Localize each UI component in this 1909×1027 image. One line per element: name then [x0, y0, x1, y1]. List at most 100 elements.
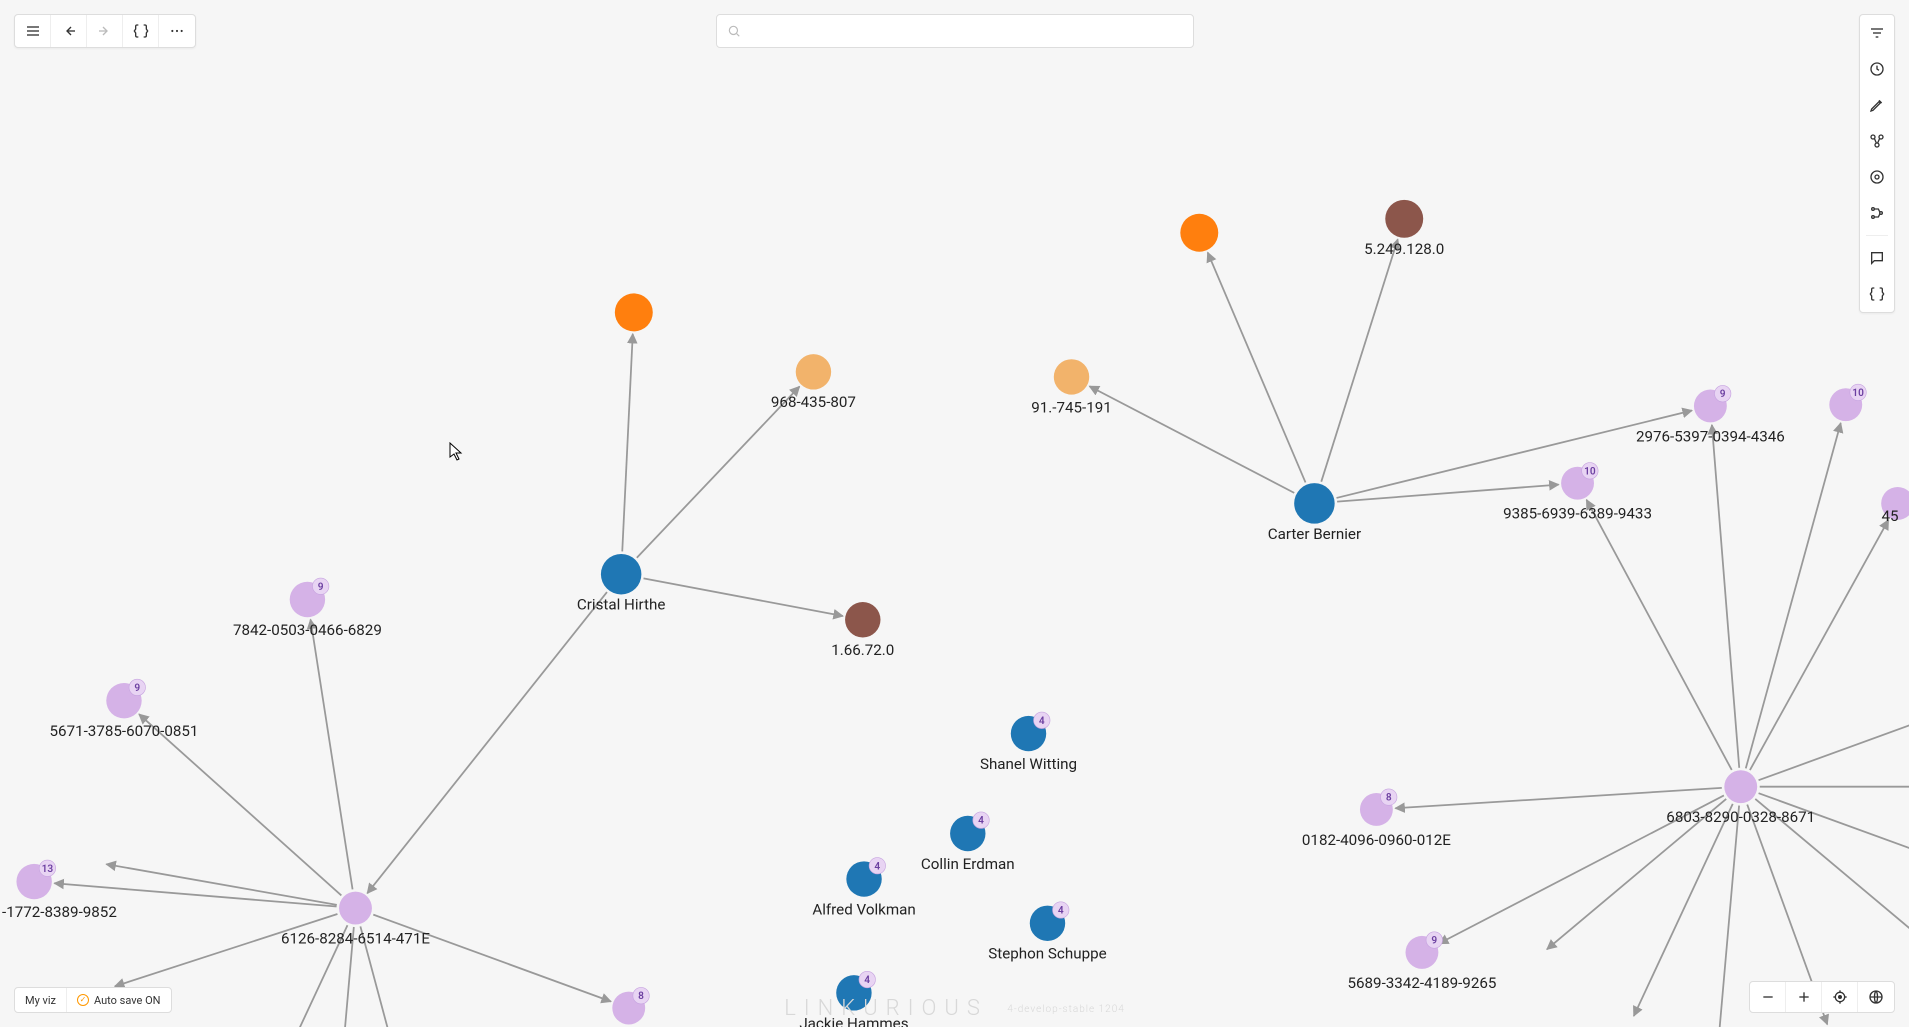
pencil-icon	[1869, 97, 1885, 113]
autosave-indicator[interactable]: Auto save ON	[66, 988, 171, 1012]
node-label: 7842-0503-0466-6829	[233, 621, 382, 639]
graph-node[interactable]: Cristal Hirthe	[577, 554, 666, 614]
graph-edge[interactable]	[106, 864, 336, 905]
graph-node[interactable]: 80182-4096-0960-012E	[1302, 789, 1451, 849]
graph-node[interactable]: 13-1772-8389-9852	[2, 860, 117, 921]
zoom-out-button[interactable]	[1750, 982, 1786, 1012]
globe-button[interactable]	[1858, 982, 1894, 1012]
brackets-right-button[interactable]	[1860, 276, 1894, 312]
graph-edge[interactable]	[1321, 239, 1397, 481]
zoom-in-button[interactable]	[1786, 982, 1822, 1012]
graph-edge[interactable]	[637, 387, 800, 558]
node-badge-text: 4	[864, 975, 870, 986]
graph-edge[interactable]	[1719, 806, 1739, 1027]
node-badge-text: 4	[874, 861, 880, 872]
arrow-right-icon	[97, 23, 113, 39]
forward-button[interactable]	[87, 15, 123, 47]
node-label: 5689-3342-4189-9265	[1348, 974, 1497, 992]
graph-edge[interactable]	[115, 914, 338, 986]
graph-node[interactable]: 91.-745-191	[1031, 359, 1112, 416]
node-label: 968-435-807	[771, 393, 856, 411]
right-toolbar	[1859, 14, 1895, 313]
graph-node[interactable]: 4Stephon Schuppe	[988, 902, 1106, 963]
graph-edge[interactable]	[1089, 386, 1294, 493]
graph-node[interactable]: 95671-3785-6070-0851	[50, 679, 199, 740]
node-label: Collin Erdman	[921, 855, 1015, 873]
graph-edge[interactable]	[1746, 423, 1841, 768]
code-brackets-button[interactable]	[123, 15, 159, 47]
graph-node[interactable]: 1.66.72.0	[831, 602, 894, 659]
search-icon	[727, 24, 741, 38]
graph-edge[interactable]	[622, 334, 633, 552]
node-label: 6803-8290-0328-8671	[1666, 808, 1815, 826]
graph-node[interactable]: 5.249.128.0	[1364, 200, 1444, 258]
graph-node[interactable]: 4Shanel Witting	[980, 712, 1077, 773]
back-button[interactable]	[51, 15, 87, 47]
node-label: -1772-8389-9852	[2, 903, 117, 921]
filter-button[interactable]	[1860, 15, 1894, 51]
graph-edge[interactable]	[1208, 253, 1306, 483]
node-label: 5.249.128.0	[1364, 240, 1444, 258]
cluster-button[interactable]	[1860, 123, 1894, 159]
graph-node[interactable]	[1180, 214, 1218, 252]
bottom-left-status: My viz Auto save ON	[14, 987, 172, 1013]
node-label: Jackie Hammes	[799, 1014, 908, 1027]
search-input[interactable]	[741, 24, 1183, 39]
graph-edge[interactable]	[373, 915, 611, 1002]
graph-node[interactable]: 8	[612, 987, 649, 1024]
viz-name-label[interactable]: My viz	[15, 988, 66, 1012]
graph-node[interactable]: Carter Bernier	[1268, 483, 1361, 543]
nodes-icon	[1869, 133, 1885, 149]
graph-node[interactable]: 95689-3342-4189-9265	[1348, 932, 1497, 992]
graph-edge[interactable]	[1395, 788, 1721, 808]
search-container	[716, 14, 1194, 48]
graph-node[interactable]	[615, 293, 653, 331]
node-badge-text: 9	[318, 582, 324, 593]
graph-node[interactable]: 10	[1829, 384, 1866, 421]
node-label: 2976-5397-0394-4346	[1636, 427, 1785, 445]
locate-button[interactable]	[1822, 982, 1858, 1012]
node-badge-text: 4	[1039, 716, 1045, 727]
comment-button[interactable]	[1860, 240, 1894, 276]
graph-node[interactable]: 968-435-807	[771, 354, 856, 411]
node-label: 91.-745-191	[1031, 398, 1112, 416]
eye-button[interactable]	[1860, 159, 1894, 195]
graph-node[interactable]: 4 Jackie Hammes	[799, 971, 908, 1027]
brackets-icon	[133, 23, 149, 39]
node-label: Cristal Hirthe	[577, 596, 666, 614]
graph-node[interactable]: 109385-6939-6389-9433	[1503, 463, 1652, 523]
more-button[interactable]	[159, 15, 195, 47]
graph-node[interactable]: 45	[1881, 487, 1909, 525]
node-label: 9385-6939-6389-9433	[1503, 505, 1652, 523]
graph-edge[interactable]	[644, 578, 843, 616]
edit-button[interactable]	[1860, 87, 1894, 123]
graph-node[interactable]: 4Collin Erdman	[921, 812, 1015, 873]
clock-icon	[1869, 61, 1885, 77]
node-badge-text: 9	[134, 683, 140, 694]
graph-edge[interactable]	[1337, 485, 1559, 502]
graph-node[interactable]: 9 7842-0503-0466-6829	[233, 578, 382, 639]
graph-node[interactable]: 9 2976-5397-0394-4346	[1636, 385, 1785, 445]
graph-edge[interactable]	[311, 620, 353, 890]
graph-canvas[interactable]: Cristal Hirthe Carter Bernier 968-435-807 1…	[0, 0, 1909, 1027]
filter-icon	[1869, 25, 1885, 41]
graph-edge[interactable]	[1337, 411, 1692, 498]
top-left-toolbar	[14, 14, 196, 48]
graph-edge[interactable]	[1759, 793, 1909, 873]
graph-node[interactable]: 4Alfred Volkman	[812, 858, 915, 919]
graph-edge[interactable]	[1750, 520, 1888, 770]
graph-node[interactable]: 6126-8284-6514-471E	[281, 892, 430, 948]
graph-edge[interactable]	[1712, 425, 1739, 768]
graph-settings-icon	[1869, 205, 1885, 221]
menu-button[interactable]	[15, 15, 51, 47]
graph-edge[interactable]	[139, 714, 341, 895]
graph-edge[interactable]	[367, 592, 607, 893]
history-button[interactable]	[1860, 51, 1894, 87]
minus-icon	[1760, 989, 1776, 1005]
node-badge-text: 9	[1720, 389, 1726, 400]
graph-edge[interactable]	[1587, 500, 1732, 770]
settings-graph-button[interactable]	[1860, 195, 1894, 231]
plus-icon	[1796, 989, 1812, 1005]
graph-node[interactable]: 6803-8290-0328-8671	[1666, 770, 1815, 826]
comment-icon	[1869, 250, 1885, 266]
